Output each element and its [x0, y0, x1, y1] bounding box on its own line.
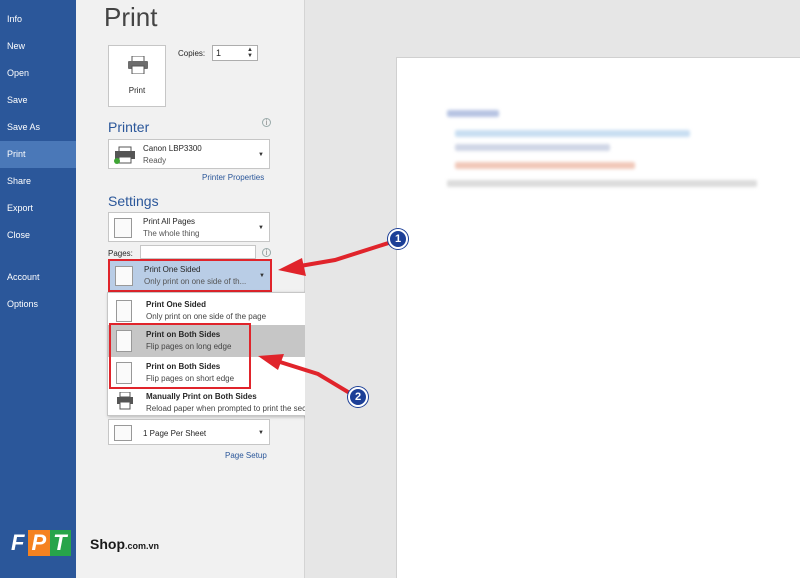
printer-properties-link[interactable]: Printer Properties: [202, 173, 264, 182]
chevron-down-icon: ▼: [259, 273, 265, 279]
pages-per-sheet-main: 1 Page Per Sheet: [143, 429, 207, 438]
pages-label: Pages:: [108, 249, 133, 258]
chevron-down-icon: ▼: [258, 430, 264, 436]
print-range-sub: The whole thing: [143, 229, 200, 238]
manual-duplex-icon: [117, 392, 133, 410]
backstage-sidebar: Info New Open Save Save As Print Share E…: [0, 0, 76, 578]
settings-heading: Settings: [108, 193, 159, 209]
sidebar-item-open[interactable]: Open: [0, 60, 76, 87]
sidebar-item-print[interactable]: Print: [0, 141, 76, 168]
sidebar-item-close[interactable]: Close: [0, 222, 76, 249]
sidebar-item-account[interactable]: Account: [0, 264, 76, 291]
pages-input[interactable]: [140, 245, 256, 259]
sides-main: Print One Sided: [144, 265, 201, 274]
menu-item-title: Print One Sided: [146, 300, 207, 309]
blurred-text-line: [447, 180, 757, 187]
menu-item-title: Manually Print on Both Sides: [146, 392, 257, 401]
copies-label: Copies:: [178, 49, 206, 58]
printer-status: Ready: [143, 156, 167, 165]
blurred-text-line: [455, 162, 635, 169]
preview-page: [396, 57, 800, 578]
printer-dropdown[interactable]: Canon LBP3300 Ready ▼: [108, 139, 270, 169]
sidebar-item-info[interactable]: Info: [0, 6, 76, 33]
pages-per-sheet-dropdown[interactable]: 1 Page Per Sheet ▼: [108, 419, 270, 445]
sidebar-item-options[interactable]: Options: [0, 291, 76, 318]
fpt-logo-letters: FPT: [8, 530, 71, 556]
print-range-main: Print All Pages: [143, 217, 196, 226]
page-title: Print: [104, 2, 158, 32]
chevron-down-icon: ▼: [258, 225, 264, 231]
pages-per-sheet-icon: [114, 425, 132, 441]
pages-icon: [114, 218, 132, 238]
one-sided-icon: [115, 266, 133, 286]
printer-heading: Printer: [108, 119, 150, 135]
fpt-shop-logo: FPT Shop.com.vn: [8, 530, 188, 556]
sidebar-item-share[interactable]: Share: [0, 168, 76, 195]
sides-dropdown[interactable]: Print One Sided Only print on one side o…: [108, 259, 272, 292]
sidebar-item-export[interactable]: Export: [0, 195, 76, 222]
spinner-arrows-icon[interactable]: ▲ ▼: [247, 47, 255, 59]
chevron-down-icon: ▼: [258, 152, 264, 158]
one-sided-icon: [116, 300, 132, 322]
sidebar-item-save-as[interactable]: Save As: [0, 114, 76, 141]
sides-sub: Only print on one side of th...: [144, 277, 247, 286]
sidebar-item-new[interactable]: New: [0, 33, 76, 60]
step-badge-1: 1: [388, 229, 408, 249]
blurred-text-line: [455, 130, 690, 137]
menu-item-sub: Only print on one side of the page: [146, 312, 267, 321]
info-icon[interactable]: i: [262, 118, 271, 127]
copies-stepper[interactable]: 1 ▲ ▼: [212, 45, 258, 61]
blurred-text-line: [447, 110, 499, 117]
copies-value: 1: [216, 48, 222, 58]
print-button[interactable]: Print: [108, 45, 166, 107]
printer-icon: [128, 56, 148, 74]
sidebar-item-save[interactable]: Save: [0, 87, 76, 114]
blurred-text-line: [455, 144, 610, 151]
printer-name: Canon LBP3300: [143, 144, 202, 153]
page-setup-link[interactable]: Page Setup: [225, 451, 267, 460]
shop-logo-text: Shop.com.vn: [90, 536, 160, 552]
info-icon[interactable]: i: [262, 248, 271, 257]
step-badge-2: 2: [348, 387, 368, 407]
printer-icon: [114, 146, 135, 164]
print-button-label: Print: [128, 86, 146, 95]
annotation-highlight-box: [109, 323, 251, 389]
print-range-dropdown[interactable]: Print All Pages The whole thing ▼: [108, 212, 270, 242]
